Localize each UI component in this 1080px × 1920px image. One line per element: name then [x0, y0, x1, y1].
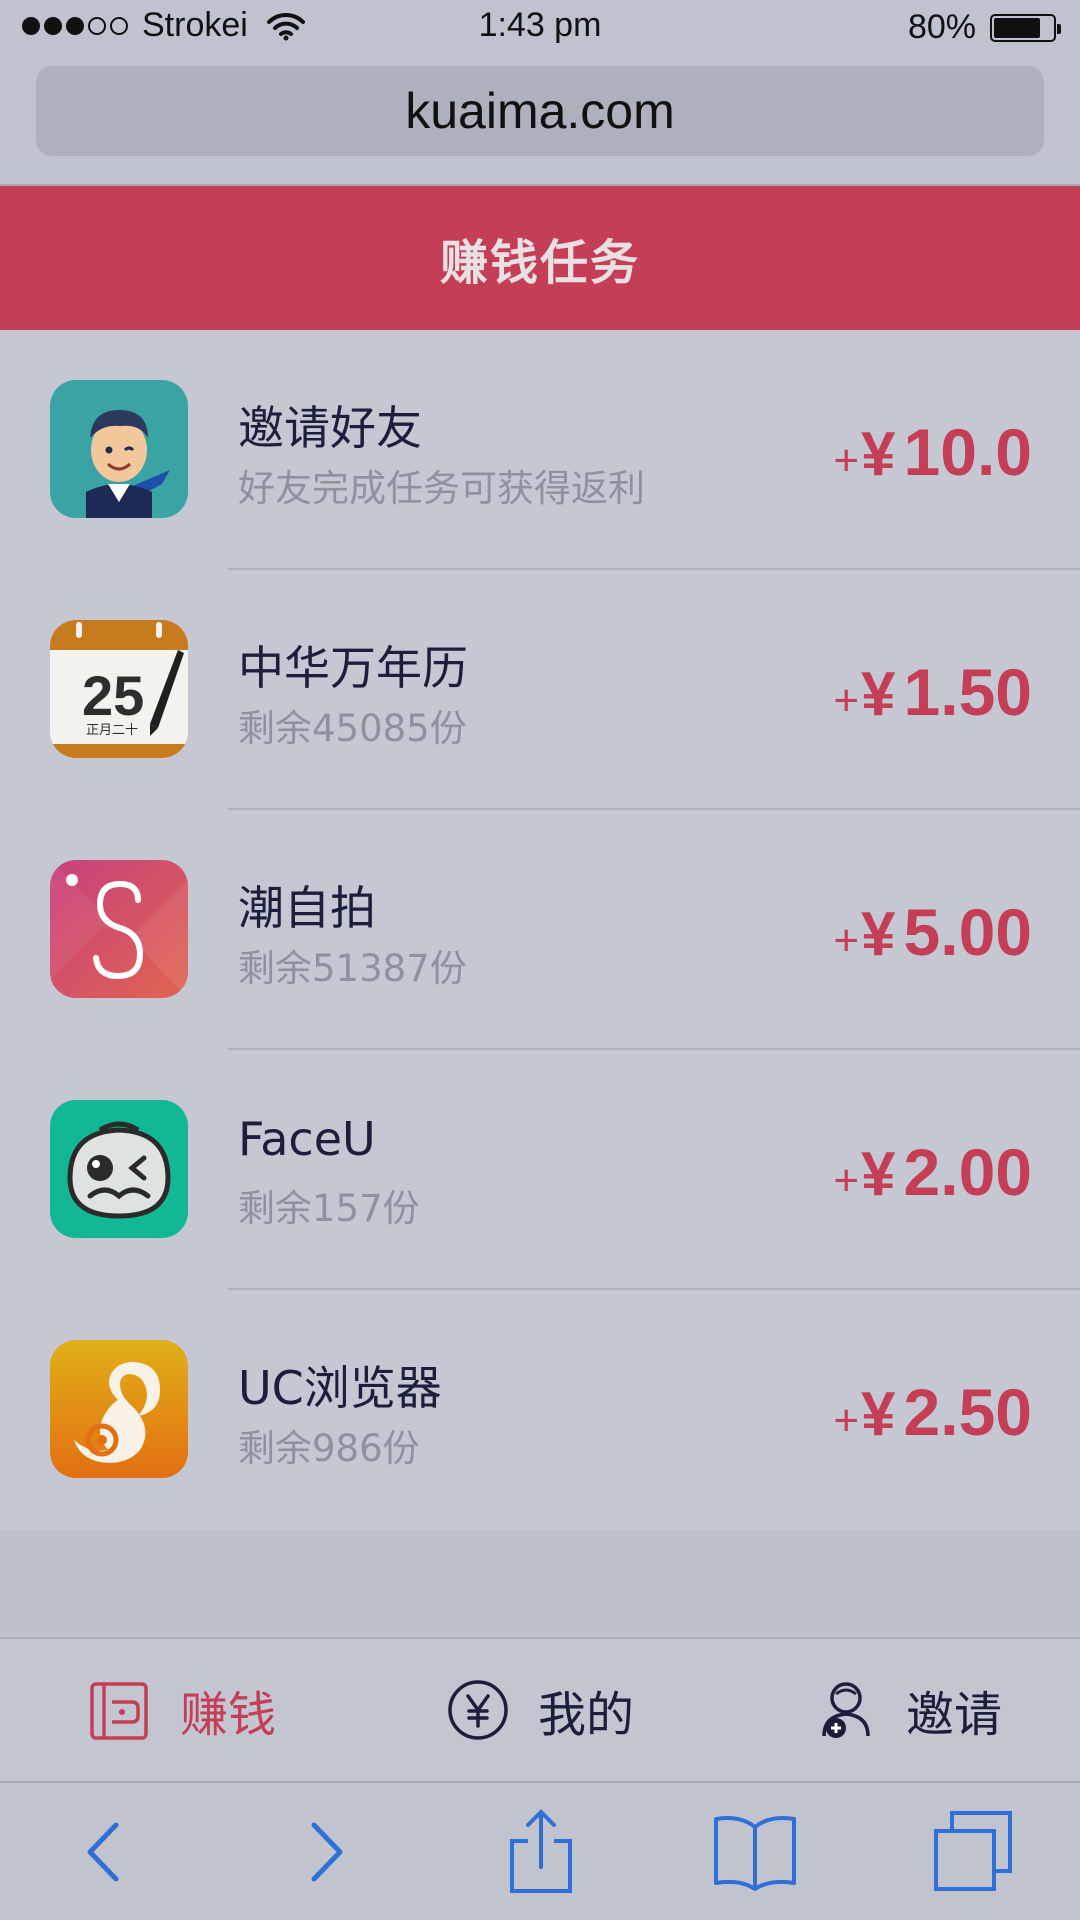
- empty-space: [0, 1530, 1080, 1638]
- tab-bar: 赚钱 我的 邀请: [0, 1639, 1080, 1781]
- back-button[interactable]: [60, 1807, 150, 1897]
- calendar-lunar: 正月二十: [86, 723, 138, 738]
- reward-amount: 10.0: [903, 415, 1032, 489]
- task-reward: + ¥ 2.50: [833, 1374, 1032, 1450]
- faceu-app-icon: [50, 1100, 188, 1238]
- reward-amount: 2.50: [903, 1375, 1032, 1449]
- bookmarks-book-icon: [714, 1816, 796, 1891]
- reward-plus: +: [833, 916, 860, 965]
- add-user-icon: [822, 1682, 870, 1738]
- url-text: kuaima.com: [405, 83, 675, 139]
- reward-plus: +: [833, 676, 860, 725]
- tab-earn-label: 赚钱: [180, 1687, 277, 1743]
- tab-mine-label: 我的: [538, 1687, 635, 1743]
- reward-amount: 1.50: [903, 655, 1032, 729]
- task-title: 邀请好友: [238, 401, 422, 455]
- chao-selfie-app-icon: [50, 860, 188, 998]
- yen-circle-icon: [448, 1680, 508, 1740]
- calendar-day: 25: [82, 664, 144, 727]
- reward-amount: 2.00: [903, 1135, 1032, 1209]
- task-subtitle: 剩余986份: [238, 1427, 420, 1470]
- forward-arrow-icon: [311, 1822, 343, 1882]
- task-title: 潮自拍: [238, 881, 376, 935]
- bookmarks-button[interactable]: [710, 1807, 800, 1897]
- task-reward: + ¥ 1.50: [833, 654, 1032, 730]
- page-title: 赚钱任务: [439, 235, 640, 291]
- task-row-calendar[interactable]: 25 正月二十 中华万年历 剩余45085份 + ¥ 1.50: [0, 570, 1080, 810]
- tabs-icon: [934, 1811, 1012, 1891]
- page-header: 赚钱任务: [0, 186, 1080, 330]
- task-list: 邀请好友 好友完成任务可获得返利 + ¥ 10.0 25 正月二十 中华万年历 …: [0, 330, 1080, 1530]
- task-row-chao-selfie[interactable]: 潮自拍 剩余51387份 + ¥ 5.00: [0, 810, 1080, 1050]
- reward-plus: +: [833, 436, 860, 485]
- tab-invite-label: 邀请: [906, 1687, 1003, 1743]
- task-row-invite-friends[interactable]: 邀请好友 好友完成任务可获得返利 + ¥ 10.0: [0, 330, 1080, 570]
- battery-percent: 80%: [907, 8, 976, 46]
- battery-status: 80%: [907, 8, 1061, 47]
- task-subtitle: 好友完成任务可获得返利: [238, 467, 645, 510]
- calendar-app-icon: 25 正月二十: [50, 620, 188, 758]
- battery-level: [994, 17, 1041, 38]
- reward-currency: ¥: [861, 900, 896, 969]
- wallet-icon: [90, 1682, 148, 1740]
- task-subtitle: 剩余45085份: [238, 707, 467, 750]
- reward-currency: ¥: [861, 420, 896, 489]
- task-title: 中华万年历: [238, 641, 468, 695]
- tab-earn[interactable]: 赚钱: [88, 1639, 276, 1781]
- task-row-faceu[interactable]: FaceU 剩余157份 + ¥ 2.00: [0, 1050, 1080, 1290]
- share-icon: [510, 1809, 572, 1893]
- browser-toolbar: [0, 1783, 1080, 1920]
- reward-amount: 5.00: [903, 895, 1032, 969]
- reward-plus: +: [833, 1396, 860, 1445]
- task-subtitle: 剩余51387份: [238, 947, 467, 990]
- reward-currency: ¥: [861, 1380, 896, 1449]
- reward-currency: ¥: [861, 1140, 896, 1209]
- task-title: UC浏览器: [238, 1361, 442, 1415]
- uc-browser-app-icon: [50, 1340, 188, 1478]
- forward-button[interactable]: [280, 1807, 370, 1897]
- share-button[interactable]: [496, 1807, 586, 1897]
- task-reward: + ¥ 5.00: [833, 894, 1032, 970]
- address-bar[interactable]: kuaima.com: [36, 66, 1044, 156]
- task-title: FaceU: [238, 1112, 376, 1166]
- task-reward: + ¥ 10.0: [833, 414, 1032, 490]
- reward-plus: +: [833, 1156, 860, 1205]
- battery-icon: [990, 13, 1061, 42]
- tab-mine[interactable]: 我的: [446, 1639, 634, 1781]
- invite-friend-icon: [50, 380, 188, 518]
- back-arrow-icon: [87, 1822, 119, 1882]
- task-subtitle: 剩余157份: [238, 1187, 420, 1230]
- tab-invite[interactable]: 邀请: [814, 1639, 1002, 1781]
- tabs-button[interactable]: [928, 1807, 1018, 1897]
- task-reward: + ¥ 2.00: [833, 1134, 1032, 1210]
- task-row-uc-browser[interactable]: UC浏览器 剩余986份 + ¥ 2.50: [0, 1290, 1080, 1530]
- status-bar: Strokei 1:43 pm 80%: [0, 0, 1080, 52]
- reward-currency: ¥: [861, 660, 896, 729]
